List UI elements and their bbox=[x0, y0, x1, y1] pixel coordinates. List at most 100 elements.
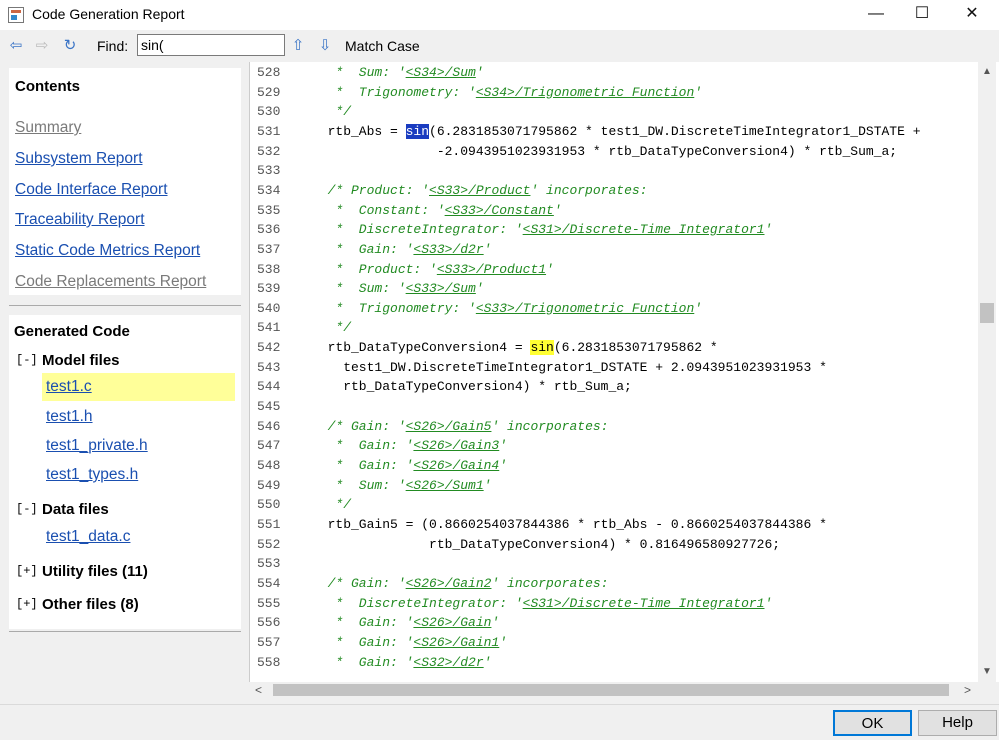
line-number: 529 bbox=[257, 84, 281, 100]
code-text: * Gain: '<S26>/Gain1' bbox=[312, 634, 508, 650]
title-bar: Code Generation Report — ☐ ✕ bbox=[0, 0, 999, 30]
line-number: 532 bbox=[257, 143, 281, 159]
close-button[interactable]: ✕ bbox=[949, 0, 995, 30]
vertical-scroll-thumb[interactable] bbox=[980, 303, 994, 323]
arrow-left-icon[interactable]: ⇦ bbox=[7, 37, 25, 55]
code-text: /* Product: '<S33>/Product' incorporates… bbox=[312, 182, 648, 198]
line-number: 545 bbox=[257, 399, 281, 415]
code-text: * Constant: '<S33>/Constant' bbox=[312, 202, 562, 218]
match-case-toggle[interactable]: Match Case bbox=[345, 38, 420, 54]
data-files-toggle[interactable]: [-] bbox=[16, 502, 38, 516]
file-test1-data-c[interactable]: test1_data.c bbox=[46, 528, 130, 546]
line-number: 535 bbox=[257, 202, 281, 218]
line-number: 548 bbox=[257, 458, 281, 473]
help-button[interactable]: Help bbox=[918, 710, 997, 736]
refresh-icon[interactable]: ↻ bbox=[61, 37, 79, 55]
file-test1-private-h[interactable]: test1_private.h bbox=[46, 437, 148, 455]
arrow-down-icon[interactable]: ⇩ bbox=[316, 37, 334, 55]
code-text: /* Gain: '<S26>/Gain2' incorporates: bbox=[312, 575, 609, 591]
scroll-down-icon[interactable]: ▼ bbox=[978, 666, 996, 677]
nav-subsystem-report[interactable]: Subsystem Report bbox=[15, 150, 143, 168]
line-number: 555 bbox=[257, 595, 281, 611]
ok-button[interactable]: OK bbox=[833, 710, 912, 736]
line-number: 536 bbox=[257, 222, 281, 238]
find-input[interactable] bbox=[137, 34, 285, 56]
code-text: * Product: '<S33>/Product1' bbox=[312, 261, 554, 277]
line-number: 553 bbox=[257, 556, 281, 572]
find-label: Find: bbox=[97, 38, 129, 54]
horizontal-scrollbar[interactable]: < > bbox=[249, 682, 978, 698]
nav-summary[interactable]: Summary bbox=[15, 119, 81, 137]
line-number: 541 bbox=[257, 320, 281, 336]
code-text: * Gain: '<S26>/Gain' bbox=[312, 615, 500, 631]
code-text: * Gain: '<S26>/Gain3' bbox=[312, 438, 508, 454]
code-text: /* Gain: '<S26>/Gain5' incorporates: bbox=[312, 418, 609, 434]
utility-files-label[interactable]: Utility files (11) bbox=[42, 563, 148, 580]
file-test1-h[interactable]: test1.h bbox=[46, 408, 93, 426]
code-text: -2.0943951023931953 * rtb_DataTypeConver… bbox=[312, 143, 898, 159]
horizontal-scroll-thumb[interactable] bbox=[273, 684, 949, 696]
code-text: * DiscreteIntegrator: '<S31>/Discrete-Ti… bbox=[312, 222, 773, 238]
generated-code-panel: Generated Code [-] Model files test1.c t… bbox=[9, 315, 241, 629]
line-number: 554 bbox=[257, 575, 281, 591]
divider bbox=[9, 305, 241, 306]
code-text: * Sum: '<S34>/Sum' bbox=[312, 65, 484, 80]
window-title: Code Generation Report bbox=[32, 6, 185, 22]
file-test1-c[interactable]: test1.c bbox=[46, 378, 92, 396]
code-text: * DiscreteIntegrator: '<S31>/Discrete-Ti… bbox=[312, 595, 773, 611]
other-files-toggle[interactable]: [+] bbox=[16, 597, 38, 611]
vertical-scrollbar[interactable]: ▲ ▼ bbox=[978, 62, 996, 682]
code-view[interactable]: 528 * Sum: '<S34>/Sum' 529 * Trigonometry… bbox=[249, 62, 999, 682]
nav-static-code-metrics-report[interactable]: Static Code Metrics Report bbox=[15, 242, 200, 260]
arrow-right-icon[interactable]: ⇨ bbox=[33, 37, 51, 55]
nav-traceability-report[interactable]: Traceability Report bbox=[15, 211, 145, 229]
line-number: 538 bbox=[257, 261, 281, 277]
code-text: rtb_Gain5 = (0.8660254037844386 * rtb_Ab… bbox=[312, 516, 827, 532]
arrow-up-icon[interactable]: ⇧ bbox=[289, 37, 307, 55]
scroll-left-icon[interactable]: < bbox=[255, 683, 262, 697]
scroll-right-icon[interactable]: > bbox=[964, 683, 971, 697]
contents-panel: Contents Summary Subsystem Report Code I… bbox=[9, 68, 241, 295]
line-number: 540 bbox=[257, 300, 281, 316]
code-text: */ bbox=[312, 104, 352, 120]
code-text: test1_DW.DiscreteTimeIntegrator1_DSTATE … bbox=[312, 359, 827, 375]
code-text: rtb_DataTypeConversion4) * rtb_Sum_a; bbox=[312, 379, 632, 395]
utility-files-toggle[interactable]: [+] bbox=[16, 564, 38, 578]
code-text: * Gain: '<S33>/d2r' bbox=[312, 241, 492, 257]
line-number: 531 bbox=[257, 123, 281, 139]
code-text: * Trigonometry: '<S34>/Trigonometric Fun… bbox=[312, 84, 703, 100]
line-number: 533 bbox=[257, 163, 281, 179]
line-number: 542 bbox=[257, 340, 281, 356]
maximize-button[interactable]: ☐ bbox=[899, 0, 945, 30]
scroll-up-icon[interactable]: ▲ bbox=[978, 66, 996, 77]
code-text: * Gain: '<S26>/Gain4' bbox=[312, 458, 508, 473]
line-number: 539 bbox=[257, 281, 281, 297]
line-number: 530 bbox=[257, 104, 281, 120]
line-number: 528 bbox=[257, 65, 281, 80]
other-files-label[interactable]: Other files (8) bbox=[42, 596, 139, 613]
code-text: */ bbox=[312, 497, 352, 513]
line-number: 550 bbox=[257, 497, 281, 513]
generated-code-heading: Generated Code bbox=[14, 323, 130, 340]
line-number: 534 bbox=[257, 182, 281, 198]
contents-heading: Contents bbox=[15, 78, 80, 95]
nav-code-interface-report[interactable]: Code Interface Report bbox=[15, 181, 168, 199]
model-files-toggle[interactable]: [-] bbox=[16, 353, 38, 367]
minimize-button[interactable]: — bbox=[853, 0, 899, 30]
data-files-label[interactable]: Data files bbox=[42, 501, 109, 518]
toolbar: ⇦ ⇨ ↻ Find: ⇧ ⇩ Match Case bbox=[0, 30, 999, 62]
divider bbox=[9, 631, 241, 632]
line-number: 549 bbox=[257, 477, 281, 493]
app-icon bbox=[8, 7, 24, 23]
line-number: 546 bbox=[257, 418, 281, 434]
nav-code-replacements-report[interactable]: Code Replacements Report bbox=[15, 273, 206, 291]
code-text: */ bbox=[312, 320, 352, 336]
code-text: rtb_DataTypeConversion4) * 0.81649658092… bbox=[312, 536, 781, 552]
line-number: 558 bbox=[257, 654, 281, 670]
file-test1-types-h[interactable]: test1_types.h bbox=[46, 466, 138, 484]
line-number: 537 bbox=[257, 241, 281, 257]
line-number: 543 bbox=[257, 359, 281, 375]
code-text: * Sum: '<S26>/Sum1' bbox=[312, 477, 492, 493]
model-files-label[interactable]: Model files bbox=[42, 352, 120, 369]
code-text: * Gain: '<S32>/d2r' bbox=[312, 654, 492, 670]
